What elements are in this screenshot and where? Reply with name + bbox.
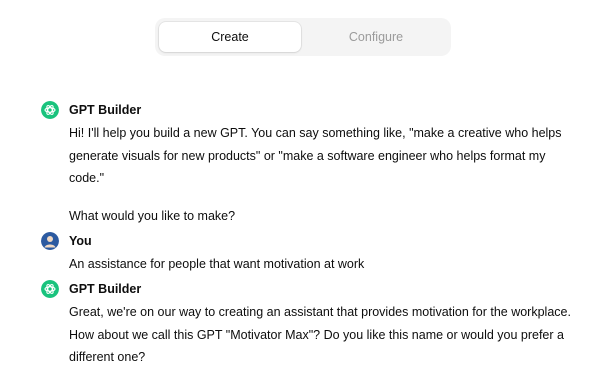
message-author: You bbox=[69, 234, 92, 248]
tab-create[interactable]: Create bbox=[159, 22, 301, 52]
message-text: Hi! I'll help you build a new GPT. You c… bbox=[69, 126, 562, 185]
message-author: GPT Builder bbox=[69, 282, 142, 296]
message-text: An assistance for people that want motiv… bbox=[69, 257, 365, 271]
user-avatar-icon bbox=[41, 232, 59, 250]
message-body: Hi! I'll help you build a new GPT. You c… bbox=[69, 122, 579, 227]
message-author: GPT Builder bbox=[69, 103, 142, 117]
builder-mode-tabs: Create Configure bbox=[155, 18, 451, 56]
message-text: Great, we're on our way to creating an a… bbox=[69, 305, 571, 364]
message-text: What would you like to make? bbox=[69, 208, 236, 223]
gpt-logo-icon bbox=[41, 280, 59, 298]
tab-configure[interactable]: Configure bbox=[305, 22, 447, 52]
gpt-logo-icon bbox=[41, 101, 59, 119]
message-body: Great, we're on our way to creating an a… bbox=[69, 301, 579, 369]
message-body: An assistance for people that want motiv… bbox=[69, 253, 579, 276]
